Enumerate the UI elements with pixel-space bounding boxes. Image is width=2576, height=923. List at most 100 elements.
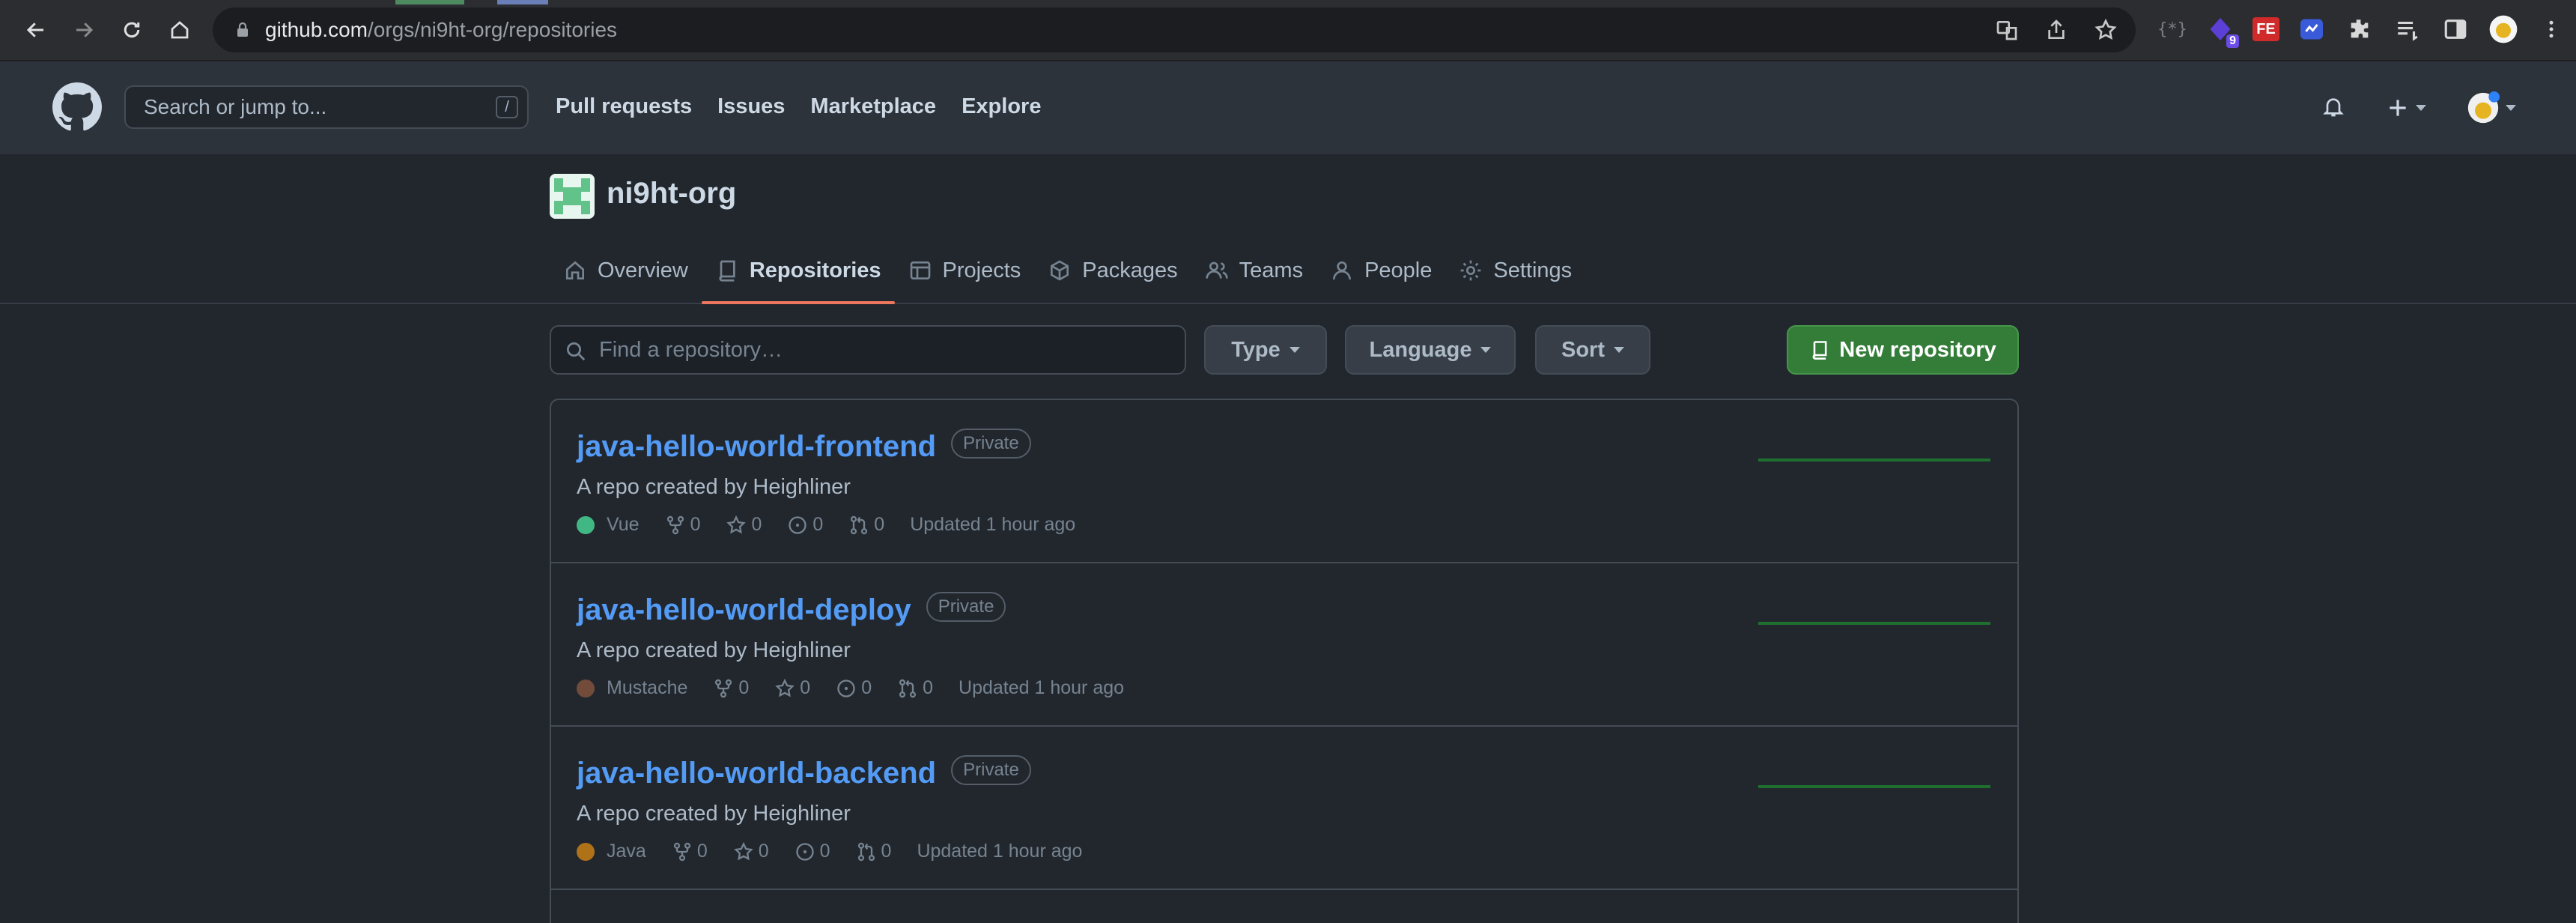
language-filter-button[interactable]: Language — [1345, 325, 1516, 375]
home-icon — [566, 261, 584, 279]
issues-value: 0 — [861, 677, 872, 698]
extension-braces-icon[interactable]: {*} — [2157, 13, 2188, 45]
tab-settings[interactable]: Settings — [1445, 238, 1585, 303]
nav-explore[interactable]: Explore — [962, 94, 1041, 119]
repo-meta: Mustache 0 0 0 0 Updated 1 hour ago — [577, 677, 1124, 699]
forks-count[interactable]: 0 — [672, 841, 708, 862]
activity-sparkline — [1758, 785, 1990, 788]
fork-icon — [666, 515, 684, 534]
tab-indicator — [395, 0, 464, 4]
forks-count[interactable]: 0 — [713, 677, 749, 699]
org-avatar[interactable] — [550, 174, 595, 219]
activity-sparkline — [1758, 622, 1990, 625]
pull-requests-value: 0 — [881, 841, 892, 862]
tab-repositories[interactable]: Repositories — [701, 238, 895, 304]
people-icon — [1205, 261, 1228, 279]
extensions-puzzle-icon[interactable] — [2344, 13, 2375, 45]
tab-label: People — [1364, 258, 1433, 282]
list-item: java-hello-world-deploy Private A repo cr… — [551, 563, 2017, 727]
chevron-down-icon — [2506, 105, 2516, 111]
forks-value: 0 — [690, 514, 701, 535]
find-repository-input[interactable]: Find a repository… — [550, 325, 1186, 375]
activity-sparkline — [1758, 459, 1990, 462]
visibility-badge: Private — [951, 755, 1031, 786]
nav-pull-requests[interactable]: Pull requests — [556, 94, 692, 119]
tab-teams[interactable]: Teams — [1191, 238, 1316, 303]
nav-issues[interactable]: Issues — [717, 94, 785, 119]
repo-name-link[interactable]: java-hello-world-deploy — [577, 593, 911, 626]
forward-icon[interactable] — [67, 13, 100, 46]
type-filter-button[interactable]: Type — [1204, 325, 1327, 375]
issue-icon — [795, 842, 814, 861]
share-icon[interactable] — [2044, 18, 2068, 42]
extension-link-icon[interactable] — [2296, 13, 2327, 45]
address-bar[interactable]: github.com/orgs/ni9ht-org/repositories — [213, 7, 2136, 52]
side-panel-icon[interactable] — [2440, 13, 2471, 45]
tab-overview[interactable]: Overview — [550, 238, 702, 303]
github-header: Search or jump to... / Pull requests Iss… — [0, 61, 2576, 154]
pull-requests-count[interactable]: 0 — [848, 514, 884, 536]
language-label: Mustache — [607, 677, 688, 698]
forks-count[interactable]: 0 — [665, 514, 701, 536]
pull-requests-count[interactable]: 0 — [856, 841, 892, 862]
browser-menu-icon[interactable] — [2536, 13, 2567, 45]
star-icon — [775, 678, 795, 697]
updated-timestamp: Updated 1 hour ago — [917, 841, 1083, 862]
issues-value: 0 — [819, 841, 830, 862]
new-repository-button[interactable]: New repository — [1787, 325, 2019, 375]
notifications-bell-icon[interactable] — [2321, 94, 2345, 122]
issues-count[interactable]: 0 — [836, 677, 872, 699]
stars-count[interactable]: 0 — [733, 841, 769, 862]
pull-requests-value: 0 — [923, 677, 934, 698]
chevron-down-icon — [2416, 105, 2426, 111]
extension-diamond-icon[interactable]: 9 — [2205, 13, 2239, 48]
language-color-dot — [577, 515, 595, 534]
stars-value: 0 — [800, 677, 811, 698]
repo-description: A repo created by Heighliner — [577, 802, 851, 826]
chevron-down-icon — [1480, 347, 1492, 353]
repo-name-link[interactable]: java-hello-world-backend — [577, 757, 936, 790]
org-name[interactable]: ni9ht-org — [607, 177, 736, 211]
stars-count[interactable]: 0 — [726, 514, 762, 536]
updated-timestamp: Updated 1 hour ago — [910, 514, 1076, 535]
tab-packages[interactable]: Packages — [1034, 238, 1191, 303]
user-menu-dropdown[interactable] — [2467, 91, 2516, 124]
new-repository-label: New repository — [1839, 337, 1996, 362]
issues-count[interactable]: 0 — [795, 841, 830, 862]
repo-meta: Java 0 0 0 0 Updated 1 hour ago — [577, 841, 1082, 862]
language-label: Vue — [607, 514, 640, 535]
github-logo-icon[interactable] — [52, 82, 102, 132]
tab-label: Repositories — [749, 258, 881, 282]
issues-count[interactable]: 0 — [787, 514, 823, 536]
bookmark-star-icon[interactable] — [2094, 18, 2118, 42]
sort-filter-button[interactable]: Sort — [1535, 325, 1650, 375]
tab-people[interactable]: People — [1316, 238, 1445, 303]
tab-label: Packages — [1082, 258, 1178, 282]
extension-fe-icon[interactable]: FE — [2253, 17, 2279, 41]
browser-toolbar: github.com/orgs/ni9ht-org/repositories {… — [0, 0, 2576, 61]
pull-request-icon — [857, 842, 875, 861]
tab-label: Settings — [1493, 258, 1573, 282]
package-icon — [1051, 260, 1069, 281]
gear-icon — [1461, 260, 1481, 281]
back-icon[interactable] — [19, 13, 52, 46]
org-tabs: Overview Repositories Projects Packages … — [550, 238, 1585, 304]
translate-icon[interactable] — [1995, 18, 2019, 42]
nav-marketplace[interactable]: Marketplace — [810, 94, 936, 119]
repo-name-link[interactable]: java-hello-world-frontend — [577, 430, 936, 463]
repo-language: Mustache — [577, 677, 687, 699]
repo-language: Vue — [577, 514, 640, 536]
tab-projects[interactable]: Projects — [895, 238, 1035, 303]
pull-requests-count[interactable]: 0 — [897, 677, 933, 699]
issues-value: 0 — [812, 514, 824, 535]
global-search-input[interactable]: Search or jump to... / — [124, 85, 529, 129]
stars-count[interactable]: 0 — [774, 677, 810, 699]
create-new-dropdown[interactable] — [2386, 96, 2426, 120]
forks-value: 0 — [738, 677, 750, 698]
fork-icon — [715, 679, 732, 697]
home-icon[interactable] — [163, 13, 196, 46]
stars-value: 0 — [751, 514, 762, 535]
reload-icon[interactable] — [115, 13, 148, 46]
profile-avatar[interactable] — [2488, 13, 2519, 45]
reading-list-icon[interactable] — [2392, 13, 2423, 45]
